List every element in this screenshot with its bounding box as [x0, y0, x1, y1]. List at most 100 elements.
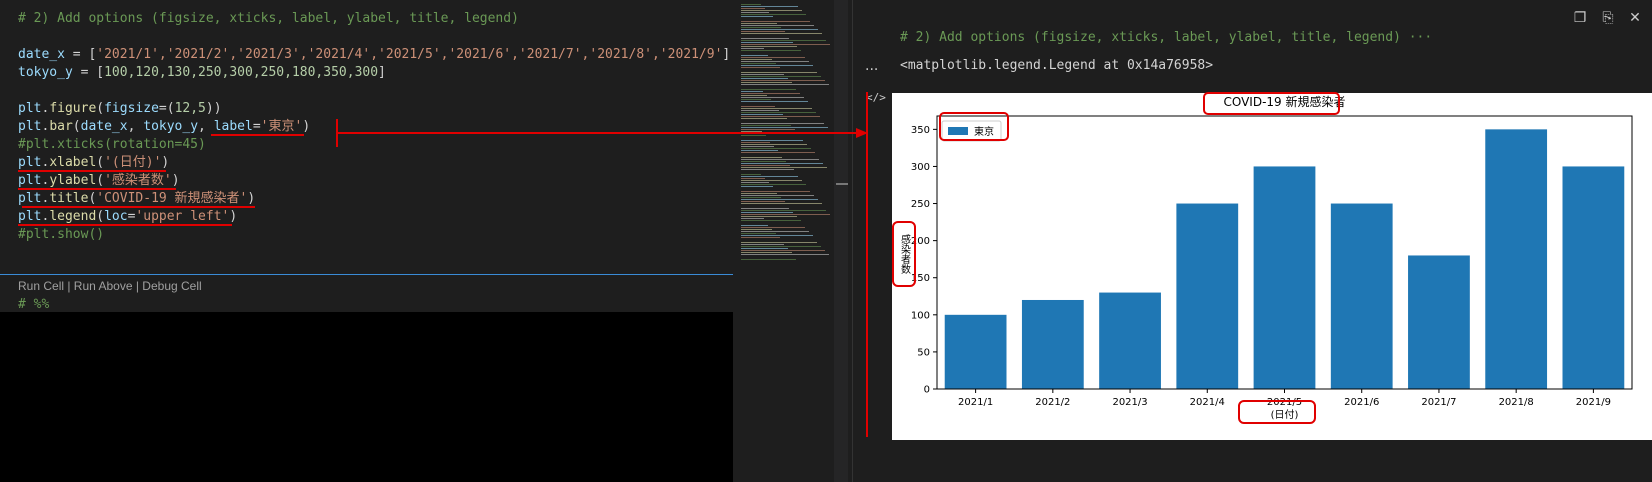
token: ( [96, 209, 105, 224]
minimap-line [741, 91, 763, 92]
minimap-line [741, 93, 800, 94]
legend-swatch [948, 127, 968, 135]
minimap-line [741, 10, 802, 11]
minimap-line [741, 110, 779, 111]
y-tick-label: 200 [911, 236, 930, 247]
cell-codelens[interactable]: Run Cell | Run Above | Debug Cell [18, 279, 202, 293]
token: ( [96, 101, 105, 116]
minimap-line [741, 180, 802, 181]
token: plt [18, 101, 42, 116]
token: plt [18, 155, 42, 170]
minimap-line [741, 201, 785, 202]
minimap-line [741, 212, 793, 213]
token: ) [247, 191, 256, 206]
code-toggle-icon[interactable]: </> [866, 91, 886, 104]
token: 'upper left' [135, 209, 230, 224]
token: title [49, 191, 89, 206]
minimap-line [741, 55, 768, 56]
token: 100,120,130,250,300,250,180,350,300 [104, 65, 379, 80]
token: plt [18, 191, 42, 206]
terminal-area[interactable] [0, 312, 733, 482]
bar [1099, 292, 1161, 389]
minimap-line [741, 229, 772, 230]
minimap-line [741, 165, 790, 166]
minimap-line [741, 116, 820, 117]
more-actions-icon[interactable]: ... [865, 58, 878, 74]
code-line-6[interactable]: plt.figure(figsize=(12,5)) [18, 100, 222, 118]
token: date_x [18, 47, 65, 62]
minimap-line [741, 97, 804, 98]
minimap-line [741, 142, 770, 143]
x-axis-label: (日付) [1271, 408, 1299, 421]
minimap-line [741, 74, 784, 75]
chart-title: COVID-19 新規感染者 [1223, 94, 1345, 109]
token: label [213, 119, 253, 134]
minimap-line [741, 78, 788, 79]
minimap-line [741, 63, 776, 64]
x-tick-label: 2021/3 [1112, 397, 1147, 408]
code-line-12[interactable]: plt.legend(loc='upper left') [18, 208, 237, 226]
minimap-line [741, 203, 822, 204]
code-line-11[interactable]: plt.title('COVID-19 新規感染者') [18, 190, 255, 208]
minimap-line [741, 12, 769, 13]
bar [1562, 166, 1625, 389]
minimap-line [741, 118, 787, 119]
minimap-line [741, 182, 769, 183]
minimap-line [741, 80, 825, 81]
code-editor[interactable]: # 2) Add options (figsize, xticks, label… [0, 0, 733, 482]
minimap-line [741, 84, 829, 85]
minimap-line [741, 225, 768, 226]
vscode-window: # 2) Add options (figsize, xticks, label… [0, 0, 1652, 482]
panel-divider[interactable] [852, 0, 853, 482]
next-cell-marker[interactable]: # %% [18, 297, 49, 312]
minimap-line [741, 44, 830, 45]
bar [1408, 255, 1470, 389]
code-line-13[interactable]: #plt.show() [18, 226, 104, 244]
token: = [ [64, 47, 97, 62]
x-tick-label: 2021/1 [958, 397, 993, 408]
y-tick-label: 300 [911, 162, 930, 173]
token: '2021/1','2021/2','2021/3','2021/4','202… [96, 47, 723, 62]
code-line-1[interactable]: # 2) Add options (figsize, xticks, label… [18, 10, 519, 28]
output-code-echo[interactable]: # 2) Add options (figsize, xticks, label… [900, 30, 1432, 45]
close-icon[interactable]: ✕ [1624, 8, 1646, 28]
minimap-line [741, 65, 813, 66]
minimap-line [741, 197, 781, 198]
minimap-line [741, 208, 789, 209]
minimap-line [741, 233, 776, 234]
code-line-8[interactable]: #plt.xticks(rotation=45) [18, 136, 206, 154]
vertical-scrollbar[interactable] [834, 0, 848, 482]
minimap-line [741, 42, 793, 43]
token: figsize [104, 101, 159, 116]
token: ylabel [49, 173, 97, 188]
minimap-line [741, 59, 772, 60]
minimap-line [741, 33, 822, 34]
code-line-4[interactable]: tokyo_y = [100,120,130,250,300,250,180,3… [18, 64, 386, 82]
minimap-line [741, 186, 773, 187]
y-tick-label: 0 [924, 385, 930, 396]
code-line-7[interactable]: plt.bar(date_x, tokyo_y, label='東京') [18, 118, 310, 136]
y-tick-label: 150 [911, 273, 930, 284]
scrollbar-thumb[interactable] [836, 183, 848, 185]
x-tick-label: 2021/2 [1035, 397, 1070, 408]
minimap-line [741, 176, 798, 177]
token: '東京' [260, 119, 303, 134]
bar [1330, 203, 1393, 389]
token: ( [96, 155, 105, 170]
minimap[interactable] [733, 0, 848, 482]
minimap-line [741, 4, 761, 5]
minimap-line [741, 157, 782, 158]
minimap-line [741, 101, 808, 102]
minimap-line [741, 27, 781, 28]
code-line-10[interactable]: plt.ylabel('感染者数') [18, 172, 180, 190]
minimap-line [741, 218, 764, 219]
token: ) [302, 119, 311, 134]
paste-icon[interactable]: ⎘ [1597, 8, 1619, 28]
cell-separator [0, 274, 733, 275]
copy-icon[interactable]: ❐ [1569, 8, 1591, 28]
minimap-line [741, 248, 788, 249]
code-line-3[interactable]: date_x = ['2021/1','2021/2','2021/3','20… [18, 46, 730, 64]
code-line-9[interactable]: plt.xlabel('(日付)') [18, 154, 169, 172]
minimap-line [741, 99, 771, 100]
minimap-line [741, 254, 829, 255]
